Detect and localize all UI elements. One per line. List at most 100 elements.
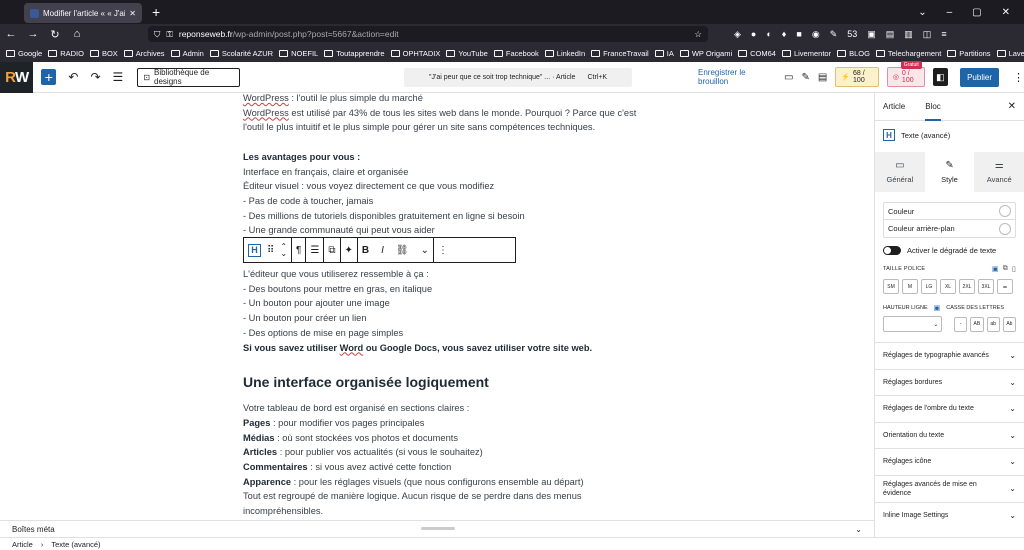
bookmark-item[interactable]: Telechargement (875, 49, 941, 58)
bookmark-item[interactable]: BOX (89, 49, 118, 58)
edit-icon[interactable]: ✎ (801, 72, 809, 83)
ai-sparkle-icon[interactable]: ✦ (345, 245, 353, 256)
section-heading[interactable]: Une interface organisée logiquement (243, 373, 643, 391)
font-size-sm[interactable]: SM (883, 279, 899, 294)
redo-icon[interactable]: ↷ (90, 70, 100, 84)
reset-icon[interactable]: ▯ (1012, 265, 1016, 273)
font-size-m[interactable]: M (902, 279, 918, 294)
bookmark-item[interactable]: Scolarité AZUR (209, 49, 273, 58)
bookmark-item[interactable]: Livementor (781, 49, 831, 58)
reload-icon[interactable]: ↻ (44, 28, 66, 41)
extension-icon[interactable]: ♦ (782, 29, 787, 40)
post-content[interactable]: WordPress : l'outil le plus simple du ma… (243, 93, 643, 519)
extension-icon[interactable]: ■ (796, 29, 801, 40)
extension-icon[interactable]: ▤ (886, 29, 895, 40)
extension-icon[interactable]: ▥ (904, 29, 913, 40)
text-color-option[interactable]: Couleur (884, 203, 1015, 220)
back-icon[interactable]: ← (0, 28, 22, 40)
list-item[interactable]: Commentaires : si vous avez activé cette… (243, 460, 643, 475)
list-item[interactable]: - Un bouton pour ajouter une image (243, 296, 643, 311)
block-type-icon[interactable]: H (248, 243, 261, 257)
list-item[interactable]: Articles : pour publier vos actualités (… (243, 445, 643, 460)
undo-icon[interactable]: ↶ (68, 70, 78, 84)
bookmark-item[interactable]: BLOG (837, 49, 870, 58)
color-swatch[interactable] (999, 205, 1011, 217)
list-item[interactable]: - Pas de code à toucher, jamais (243, 194, 643, 209)
letter-case-lower[interactable]: ab (986, 316, 1000, 332)
tab-block[interactable]: Bloc (925, 102, 941, 121)
style-icon[interactable]: ▤ (818, 72, 827, 83)
paragraph[interactable]: L'éditeur que vous utiliserez ressemble … (243, 267, 643, 282)
settings-panel[interactable]: Réglages de l'ombre du texte ⌄ (875, 395, 1024, 422)
bookmark-item[interactable]: Facebook (493, 49, 539, 58)
bookmark-item[interactable]: NOEFIL (279, 49, 318, 58)
bookmark-item[interactable]: FranceTravail (591, 49, 649, 58)
advantages-title[interactable]: Les avantages pour vous : (243, 150, 643, 165)
save-draft-button[interactable]: Enregistrer le brouillon (698, 68, 774, 86)
readability-score-button[interactable]: Gratuit ◎ 0 / 100 (886, 61, 925, 87)
font-size-2xl[interactable]: 2XL (959, 279, 975, 294)
tab-article[interactable]: Article (883, 102, 905, 111)
bookmark-item[interactable]: Partitions (947, 49, 991, 58)
settings-panel[interactable]: Réglages bordures ⌄ (875, 368, 1024, 396)
gradient-toggle[interactable] (883, 246, 901, 255)
bold-paragraph[interactable]: Si vous savez utiliser Word ou Google Do… (243, 341, 643, 356)
menu-icon[interactable]: ≡ (941, 29, 946, 40)
monitor-icon[interactable]: ▣ (992, 265, 999, 273)
resize-handle[interactable] (421, 527, 455, 530)
extension-icon[interactable]: ▣ (867, 29, 876, 40)
bookmark-item[interactable]: Lave vaisselle (996, 49, 1024, 58)
list-item[interactable]: Pages : pour modifier vos pages principa… (243, 416, 643, 431)
settings-panel[interactable]: Inline Image Settings ⌄ (875, 501, 1024, 529)
chevron-down-icon[interactable]: ⌄ (421, 245, 429, 256)
tab-advanced[interactable]: ⚌ Avancé (974, 152, 1024, 192)
settings-panel-toggle-icon[interactable]: ◧ (932, 68, 949, 86)
paragraph-icon[interactable]: ¶ (296, 245, 301, 256)
maximize-icon[interactable]: ▢ (972, 7, 981, 18)
bookmark-item[interactable]: YouTube (446, 49, 488, 58)
italic-button[interactable]: I (381, 245, 384, 256)
bookmark-item[interactable]: LinkedIn (544, 49, 585, 58)
background-color-option[interactable]: Couleur arrière-plan (884, 220, 1015, 237)
line-height-input[interactable]: ⌄ (883, 316, 943, 332)
bookmark-item[interactable]: Admin (170, 49, 204, 58)
list-view-icon[interactable]: ☰ (113, 70, 124, 84)
new-tab-icon[interactable]: + (152, 4, 160, 20)
custom-size-icon[interactable]: ⚌ (997, 279, 1013, 294)
editor-canvas[interactable]: WordPress : l'outil le plus simple du ma… (0, 93, 874, 520)
settings-panel[interactable]: Réglages avancés de mise en évidence ⌄ (875, 474, 1024, 502)
font-size-xl[interactable]: XL (940, 279, 956, 294)
tab-general[interactable]: ▭ Général (875, 152, 925, 192)
color-swatch[interactable] (999, 222, 1011, 235)
list-item[interactable]: - Des options de mise en page simples (243, 326, 643, 341)
minimize-icon[interactable]: – (947, 7, 953, 18)
meta-boxes-bar[interactable]: Boîtes méta ⌄ (0, 520, 874, 537)
chevron-down-icon[interactable]: ⌄ (918, 7, 926, 18)
extension-icon[interactable]: ● (751, 29, 756, 40)
drag-handle-icon[interactable]: ⠿ (267, 245, 274, 256)
extension-icon[interactable]: ◫ (923, 29, 932, 40)
list-item[interactable]: - Un bouton pour créer un lien (243, 311, 643, 326)
settings-panel[interactable]: Réglages de typographie avancés ⌄ (875, 342, 1024, 369)
paragraph[interactable]: incompréhensibles. (243, 504, 643, 519)
list-item[interactable]: Médias : où sont stockées vos photos et … (243, 431, 643, 446)
bookmark-item[interactable]: COM64 (738, 49, 776, 58)
publish-button[interactable]: Publier (960, 67, 999, 87)
list-item[interactable]: - Des boutons pour mettre en gras, en it… (243, 282, 643, 297)
font-size-3xl[interactable]: 3XL (978, 279, 994, 294)
bookmark-item[interactable]: WP Origami (679, 49, 732, 58)
paragraph[interactable]: WordPress : l'outil le plus simple du ma… (243, 93, 643, 106)
list-item[interactable]: - Une grande communauté qui peut vous ai… (243, 223, 643, 238)
settings-panel[interactable]: Orientation du texte ⌄ (875, 421, 1024, 449)
paragraph[interactable]: Votre tableau de bord est organisé en se… (243, 401, 643, 416)
breadcrumb-item-article[interactable]: Article (12, 540, 33, 549)
list-item[interactable]: - Des millions de tutoriels disponibles … (243, 209, 643, 224)
link-icon[interactable]: ⛓ (396, 245, 409, 256)
list-item[interactable]: Interface en français, claire et organis… (243, 165, 643, 180)
breadcrumb-item-block[interactable]: Texte (avancé) (51, 540, 100, 549)
paragraph[interactable]: Tout est regroupé de manière logique. Au… (243, 489, 643, 504)
copy-icon[interactable]: ⧉ (1003, 265, 1008, 273)
bookmark-item[interactable]: Google (6, 49, 42, 58)
preview-icon[interactable]: ▭ (784, 72, 793, 83)
paragraph[interactable]: WordPress est utilisé par 43% de tous le… (243, 106, 643, 121)
